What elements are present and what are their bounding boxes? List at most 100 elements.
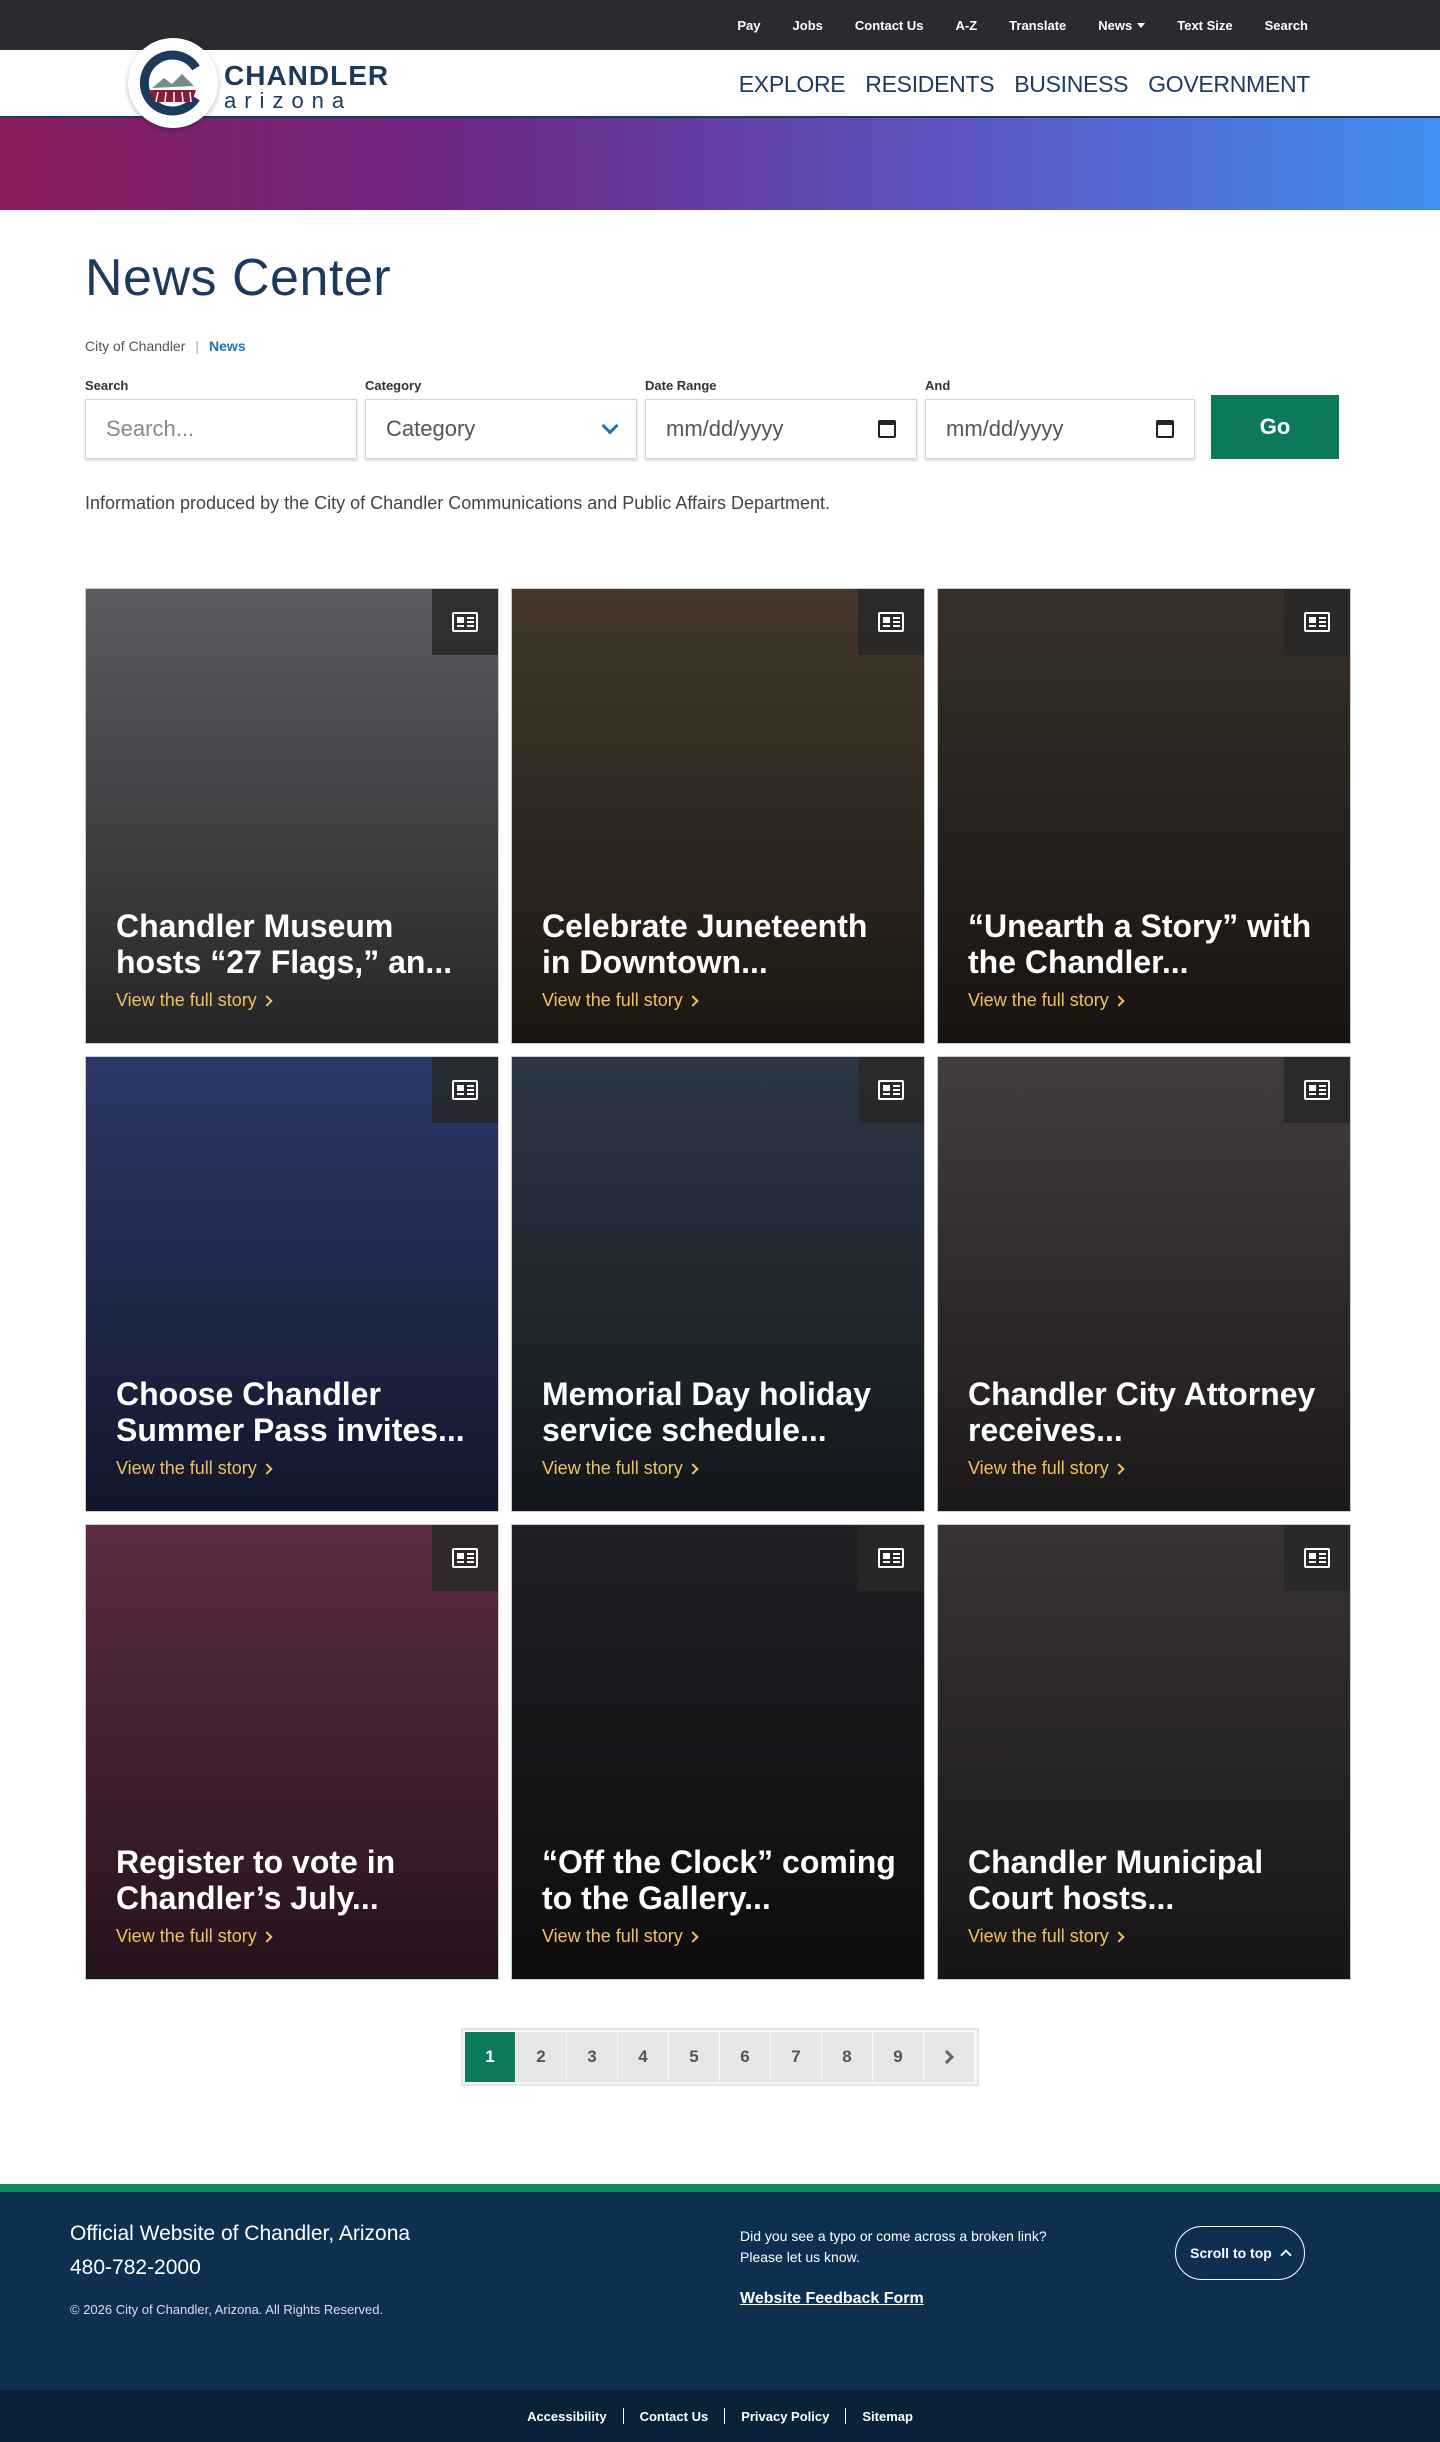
chevron-right-icon xyxy=(939,2049,955,2065)
calendar-icon[interactable] xyxy=(878,420,896,438)
nav-explore[interactable]: EXPLORE xyxy=(739,71,846,98)
page-7-button[interactable]: 7 xyxy=(771,2032,821,2082)
breadcrumb: City of Chandler | News xyxy=(85,338,1355,354)
view-full-story-link[interactable]: View the full story xyxy=(968,1458,1326,1479)
news-card[interactable]: Choose Chandler Summer Pass invites... Vi… xyxy=(85,1056,499,1512)
main-content: News Center City of Chandler | News Sear… xyxy=(0,248,1440,2086)
utility-pay-link[interactable]: Pay xyxy=(737,18,760,33)
view-full-story-label: View the full story xyxy=(542,990,683,1010)
footer-contact-link[interactable]: Contact Us xyxy=(640,2409,709,2424)
footer-privacy-link[interactable]: Privacy Policy xyxy=(741,2409,829,2424)
view-full-story-link[interactable]: View the full story xyxy=(542,1926,900,1947)
search-label: Search xyxy=(85,378,129,393)
info-text: Information produced by the City of Chan… xyxy=(85,493,831,513)
view-full-story-link[interactable]: View the full story xyxy=(542,1458,900,1479)
page-title: News Center xyxy=(85,249,392,307)
news-card-title: Chandler City Attorney receives... xyxy=(968,1376,1316,1448)
utility-jobs-link[interactable]: Jobs xyxy=(793,18,823,33)
utility-translate-link[interactable]: Translate xyxy=(1009,18,1066,33)
news-badge xyxy=(858,1525,924,1591)
view-full-story-link[interactable]: View the full story xyxy=(542,990,900,1011)
news-card[interactable]: Memorial Day holiday service schedule...… xyxy=(511,1056,925,1512)
page-5-button[interactable]: 5 xyxy=(669,2032,719,2082)
search-input[interactable]: Search... xyxy=(85,399,357,459)
news-card[interactable]: Chandler City Attorney receives... View t… xyxy=(937,1056,1351,1512)
news-filter-form: Search Search... Category Category Date … xyxy=(85,378,1355,459)
page-6-button[interactable]: 6 xyxy=(720,2032,770,2082)
arrow-up-icon xyxy=(1280,2249,1292,2261)
page-9-button[interactable]: 9 xyxy=(873,2032,923,2082)
next-page-button[interactable] xyxy=(924,2032,974,2082)
utility-news-dropdown[interactable]: News xyxy=(1098,18,1146,33)
news-card-title: Choose Chandler Summer Pass invites... xyxy=(116,1376,465,1448)
page-1-button[interactable]: 1 xyxy=(465,2032,515,2082)
pagination-list: 123456789 xyxy=(461,2028,979,2086)
footer-typo-line2: Please let us know. xyxy=(740,2249,860,2265)
nav-residents[interactable]: RESIDENTS xyxy=(865,71,994,98)
chevron-right-icon xyxy=(687,994,699,1007)
news-card-content: Celebrate Juneteenth in Downtown... View … xyxy=(542,908,900,1011)
page-8-button[interactable]: 8 xyxy=(822,2032,872,2082)
page-3-button[interactable]: 3 xyxy=(567,2032,617,2082)
news-badge xyxy=(432,589,498,655)
view-full-story-link[interactable]: View the full story xyxy=(116,990,474,1011)
news-badge xyxy=(858,1057,924,1123)
footer-bottom-links: Accessibility Contact Us Privacy Policy … xyxy=(0,2390,1440,2442)
news-card-title: Chandler Museum hosts “27 Flags,” an... xyxy=(116,908,453,980)
nav-government[interactable]: GOVERNMENT xyxy=(1148,71,1310,98)
category-label: Category xyxy=(365,378,422,393)
news-card[interactable]: “Off the Clock” coming to the Gallery...… xyxy=(511,1524,925,1980)
logo-wordmark: CHANDLER xyxy=(224,60,390,91)
news-badge xyxy=(858,589,924,655)
news-card-title: “Off the Clock” coming to the Gallery... xyxy=(542,1844,896,1916)
breadcrumb-current-link[interactable]: News xyxy=(209,338,246,354)
chevron-right-icon xyxy=(1113,994,1125,1007)
site-logo[interactable]: CHANDLER arizona xyxy=(128,38,389,128)
news-card[interactable]: Chandler Museum hosts “27 Flags,” an... V… xyxy=(85,588,499,1044)
utility-search-link[interactable]: Search xyxy=(1265,18,1308,33)
news-badge xyxy=(432,1057,498,1123)
utility-az-link[interactable]: A-Z xyxy=(956,18,978,33)
newspaper-icon xyxy=(452,612,478,632)
news-card-content: “Unearth a Story” with the Chandler... Vi… xyxy=(968,908,1326,1011)
end-date-placeholder: mm/dd/yyyy xyxy=(946,416,1064,441)
news-card-content: Register to vote in Chandler’s July... Vi… xyxy=(116,1844,474,1947)
page-2-button[interactable]: 2 xyxy=(516,2032,566,2082)
view-full-story-label: View the full story xyxy=(968,990,1109,1010)
utility-contact-link[interactable]: Contact Us xyxy=(855,18,924,33)
footer-separator xyxy=(724,2408,726,2424)
start-date-input[interactable]: mm/dd/yyyy xyxy=(645,399,917,459)
footer-sitemap-link[interactable]: Sitemap xyxy=(862,2409,913,2424)
breadcrumb-home-link[interactable]: City of Chandler xyxy=(85,338,185,354)
news-card[interactable]: Register to vote in Chandler’s July... Vi… xyxy=(85,1524,499,1980)
newspaper-icon xyxy=(1304,1080,1330,1100)
newspaper-icon xyxy=(1304,612,1330,632)
feedback-form-link[interactable]: Website Feedback Form xyxy=(740,2288,1047,2309)
view-full-story-link[interactable]: View the full story xyxy=(116,1458,474,1479)
category-select[interactable]: Category xyxy=(365,399,637,459)
page-4-button[interactable]: 4 xyxy=(618,2032,668,2082)
footer-accessibility-link[interactable]: Accessibility xyxy=(527,2409,607,2424)
view-full-story-link[interactable]: View the full story xyxy=(968,1926,1326,1947)
nav-business[interactable]: BUSINESS xyxy=(1014,71,1128,98)
newspaper-icon xyxy=(452,1548,478,1568)
calendar-icon[interactable] xyxy=(1156,420,1174,438)
footer-accent-bar xyxy=(0,2184,1440,2192)
news-card[interactable]: Celebrate Juneteenth in Downtown... View … xyxy=(511,588,925,1044)
view-full-story-label: View the full story xyxy=(116,1926,257,1946)
utility-text-size-link[interactable]: Text Size xyxy=(1177,18,1232,33)
go-button[interactable]: Go xyxy=(1211,395,1339,459)
news-card-content: Chandler Museum hosts “27 Flags,” an... V… xyxy=(116,908,474,1011)
news-card-title: Memorial Day holiday service schedule... xyxy=(542,1376,871,1448)
chevron-right-icon xyxy=(687,1930,699,1943)
news-badge xyxy=(1284,1057,1350,1123)
footer-site-title: Official Website of Chandler, Arizona xyxy=(70,2222,411,2245)
view-full-story-link[interactable]: View the full story xyxy=(968,990,1326,1011)
news-card[interactable]: “Unearth a Story” with the Chandler... Vi… xyxy=(937,588,1351,1044)
footer-phone[interactable]: 480-782-2000 xyxy=(70,2256,410,2280)
scroll-to-top-button[interactable]: Scroll to top xyxy=(1175,2226,1305,2280)
view-full-story-label: View the full story xyxy=(116,1458,257,1478)
end-date-input[interactable]: mm/dd/yyyy xyxy=(925,399,1195,459)
view-full-story-link[interactable]: View the full story xyxy=(116,1926,474,1947)
news-card[interactable]: Chandler Municipal Court hosts... View th… xyxy=(937,1524,1351,1980)
